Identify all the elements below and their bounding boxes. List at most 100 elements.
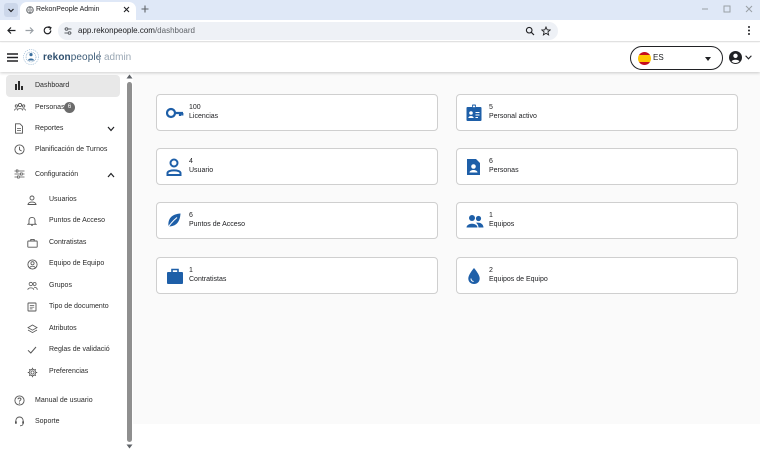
- sidebar-subitem-usuarios[interactable]: Usuarios: [20, 190, 120, 210]
- sidebar-subitem-equipo-de-equipo[interactable]: Equipo de Equipo: [20, 254, 120, 274]
- zoom-icon[interactable]: [525, 26, 535, 36]
- window-close-icon[interactable]: [744, 4, 754, 14]
- stat-card-licencias[interactable]: 100 Licencias: [156, 94, 438, 131]
- card-count: 100: [189, 104, 201, 111]
- tune-icon: [14, 169, 25, 179]
- scrollbar-thumb[interactable]: [127, 82, 132, 442]
- dashboard-content: 100 Licencias 5 Personal activo 4 Usuari…: [133, 72, 760, 424]
- sidebar-item-soporte[interactable]: Soporte: [6, 411, 120, 433]
- sidebar-item-personas[interactable]: Personas 6: [6, 97, 120, 119]
- card-count: 1: [489, 212, 493, 219]
- card-label: Contratistas: [189, 276, 227, 283]
- sidebar-subitem-label: Usuarios: [49, 196, 77, 203]
- caret-down-icon: [705, 57, 711, 61]
- card-count: 5: [489, 104, 493, 111]
- close-icon[interactable]: [122, 5, 131, 14]
- sidebar-subitem-contratistas[interactable]: Contratistas: [20, 233, 120, 253]
- sidebar-subitem-label: Contratistas: [49, 239, 87, 246]
- leaf-icon: [166, 213, 181, 230]
- minimize-icon[interactable]: [700, 4, 710, 14]
- brand-divider: [99, 51, 100, 63]
- sidebar-item-reportes[interactable]: Reportes: [6, 118, 120, 140]
- chevron-down-icon[interactable]: [745, 55, 752, 60]
- clock-icon: [14, 144, 25, 155]
- scroll-up-arrow-icon[interactable]: [126, 74, 133, 79]
- sidebar-item-label: Reportes: [35, 125, 64, 132]
- chevron-down-icon: [8, 8, 14, 13]
- sidebar-item-label: Planificación de Turnos: [35, 146, 108, 153]
- stat-card-personas[interactable]: 6 Personas: [456, 148, 738, 185]
- briefcase-icon: [167, 268, 183, 284]
- star-icon[interactable]: [541, 26, 551, 36]
- back-arrow-icon[interactable]: [6, 25, 17, 36]
- stat-card-equipos[interactable]: 1 Equipos: [456, 202, 738, 239]
- briefcase-outline-icon: [27, 238, 38, 248]
- sidebar-subitem-label: Equipo de Equipo: [49, 260, 105, 267]
- group-icon: [14, 102, 26, 111]
- sidebar-item-label: Personas: [35, 104, 65, 111]
- sidebar-scrollbar[interactable]: [126, 72, 133, 451]
- sidebar-subitem-puntos-de-acceso[interactable]: Puntos de Acceso: [20, 211, 120, 231]
- brand-admin-label: admin: [104, 52, 132, 63]
- help-circle-icon: [14, 395, 25, 406]
- card-label: Personal activo: [489, 113, 537, 120]
- account-circle-icon[interactable]: [729, 51, 742, 64]
- stat-card-puntos-de-acceso[interactable]: 6 Puntos de Acceso: [156, 202, 438, 239]
- sidebar-item-label: Manual de usuario: [35, 397, 93, 404]
- card-count: 2: [489, 267, 493, 274]
- browser-tab[interactable]: RekonPeople Admin: [20, 2, 136, 20]
- sidebar-subitem-label: Tipo de documento: [49, 303, 109, 310]
- sidebar-subitem-label: Grupos: [49, 282, 72, 289]
- plus-icon[interactable]: [140, 4, 150, 14]
- bar-chart-icon: [15, 81, 23, 90]
- sidebar: Dashboard Personas 6 Reportes Planificac…: [0, 72, 133, 451]
- sidebar-item-dashboard[interactable]: Dashboard: [6, 75, 120, 97]
- more-vert-icon[interactable]: [744, 25, 754, 36]
- sidebar-subitem-atributos[interactable]: Atributos: [20, 319, 120, 339]
- document-icon: [27, 302, 37, 312]
- sidebar-subitem-preferencias[interactable]: Preferencias: [20, 362, 120, 382]
- sidebar-item-manual[interactable]: Manual de usuario: [6, 390, 120, 412]
- sidebar-subitem-grupos[interactable]: Grupos: [20, 276, 120, 296]
- sidebar-item-label: Dashboard: [35, 82, 70, 89]
- card-label: Personas: [489, 167, 519, 174]
- sidebar-subitem-label: Puntos de Acceso: [49, 217, 106, 224]
- tab-search-button[interactable]: [4, 3, 18, 17]
- stat-card-usuario[interactable]: 4 Usuario: [156, 148, 438, 185]
- sidebar-subitem-label: Preferencias: [49, 368, 89, 375]
- card-count: 1: [189, 267, 193, 274]
- scroll-down-arrow-icon[interactable]: [126, 444, 133, 449]
- stat-card-equipos-de-equipo[interactable]: 2 Equipos de Equipo: [456, 257, 738, 294]
- reload-icon[interactable]: [42, 25, 53, 36]
- card-count: 6: [189, 212, 193, 219]
- url-path: /dashboard: [154, 26, 195, 35]
- card-label: Equipos de Equipo: [489, 276, 548, 283]
- app-header: rekonpeople admin ES: [0, 43, 760, 72]
- site-info-icon[interactable]: [63, 26, 73, 36]
- forward-arrow-icon[interactable]: [24, 25, 35, 36]
- restore-icon[interactable]: [722, 4, 732, 14]
- check-icon: [27, 346, 37, 354]
- address-bar[interactable]: app.rekonpeople.com/dashboard: [58, 22, 558, 40]
- card-count: 4: [189, 158, 193, 165]
- key-icon: [166, 107, 184, 119]
- bell-icon: [27, 216, 37, 226]
- person-outline-icon: [27, 195, 37, 205]
- sidebar-subitem-reglas-de-validacion[interactable]: Reglas de validació: [20, 340, 120, 360]
- brand-name: rekonpeople: [43, 52, 101, 63]
- sidebar-item-configuracion[interactable]: Configuración: [6, 164, 120, 186]
- account-circle-outline-icon: [27, 259, 38, 270]
- sidebar-subitem-label: Reglas de validació: [49, 346, 110, 353]
- spain-flag-icon: [638, 52, 651, 65]
- sidebar-subitem-tipo-de-documento[interactable]: Tipo de documento: [20, 297, 120, 317]
- card-count: 6: [489, 158, 493, 165]
- card-label: Usuario: [189, 167, 214, 174]
- sidebar-item-planificacion[interactable]: Planificación de Turnos: [6, 139, 120, 161]
- card-label: Licencias: [189, 113, 219, 120]
- stat-card-contratistas[interactable]: 1 Contratistas: [156, 257, 438, 294]
- support-agent-icon: [15, 416, 24, 427]
- language-select[interactable]: ES: [630, 46, 723, 70]
- stat-card-personal-activo[interactable]: 5 Personal activo: [456, 94, 738, 131]
- tab-title: RekonPeople Admin: [36, 6, 100, 13]
- menu-icon[interactable]: [7, 53, 18, 62]
